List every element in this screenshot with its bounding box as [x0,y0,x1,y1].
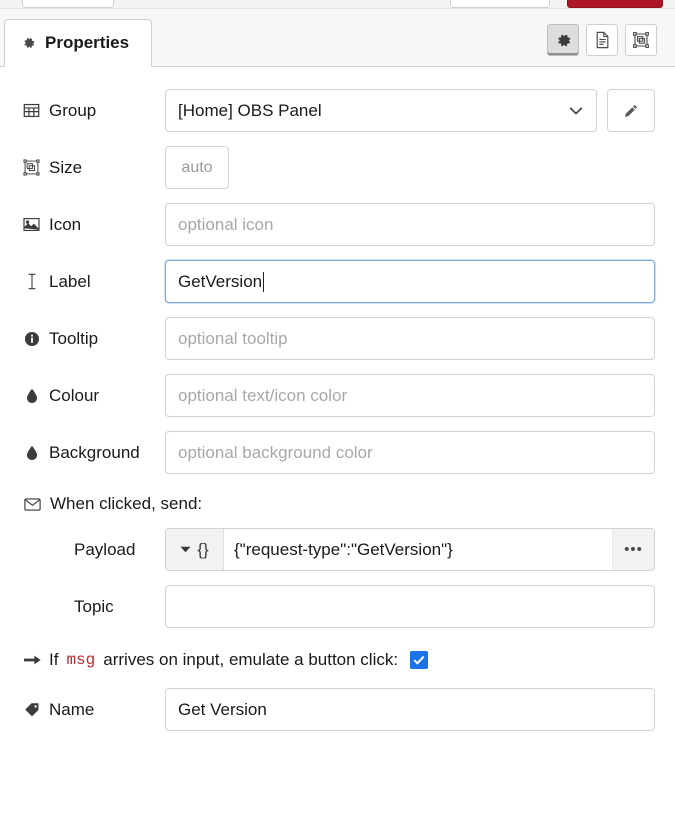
tooltip-input[interactable]: optional tooltip [165,317,655,360]
payload-type-glyph: {} [197,540,208,560]
when-clicked-heading-text: When clicked, send: [50,494,202,514]
droplet-icon [22,388,41,404]
emulate-suffix: arrives on input, emulate a button click… [103,650,398,670]
background-label: Background [49,443,140,463]
group-select-wrap: [Home] OBS Panel [165,89,597,132]
tool-button-appearance-layout[interactable] [625,24,657,56]
row-topic: Topic [22,585,655,628]
colour-input[interactable]: optional text/icon color [165,374,655,417]
row-label-field: Label GetVersion [22,260,655,303]
edit-group-button[interactable] [607,89,655,132]
tag-icon [22,702,41,718]
when-clicked-heading: When clicked, send: [24,494,655,514]
tooltip-label: Tooltip [49,329,98,349]
resize-icon [22,159,41,176]
row-size: Size auto [22,146,655,189]
payload-value[interactable]: {"request-type":"GetVersion"} [224,529,612,570]
label-input[interactable]: GetVersion [165,260,655,303]
size-button[interactable]: auto [165,146,229,189]
row-background: Background optional background color [22,431,655,474]
info-icon [22,331,41,347]
row-group: Group [Home] OBS Panel [22,89,655,132]
emulate-prefix: If [49,650,58,670]
tool-button-description-doc[interactable] [586,24,618,56]
size-label: Size [49,158,82,178]
background-input[interactable]: optional background color [165,431,655,474]
background-label-wrap: Background [22,443,165,463]
image-icon [22,217,41,232]
label-field-label: Label [49,272,91,292]
topic-label-wrap: Topic [22,597,165,617]
text-cursor-icon [22,273,41,290]
toolbar-button-stub-middle[interactable] [450,0,550,8]
colour-label: Colour [49,386,99,406]
size-label-wrap: Size [22,158,165,178]
topic-label: Topic [74,597,114,617]
tooltip-label-wrap: Tooltip [22,329,165,349]
tab-properties-label: Properties [45,33,129,53]
emulate-click-row: If msg arrives on input, emulate a butto… [24,650,655,670]
arrow-right-icon [24,654,41,666]
text-caret [263,272,264,292]
group-label: Group [49,101,96,121]
payload-label: Payload [74,540,135,560]
envelope-icon [24,498,41,511]
topic-input[interactable] [165,585,655,628]
droplet-icon [22,445,41,461]
table-icon [22,102,41,119]
row-name: Name Get Version [22,688,655,731]
group-label-wrap: Group [22,101,165,121]
row-colour: Colour optional text/icon color [22,374,655,417]
tool-button-properties-gear[interactable] [547,24,579,56]
toolbar-button-stub-left[interactable] [22,0,114,8]
document-icon [594,31,611,49]
emulate-click-checkbox[interactable] [410,651,428,669]
appearance-icon [632,31,650,49]
payload-type-select[interactable]: {} [166,529,224,570]
tab-properties[interactable]: Properties [4,19,152,67]
caret-down-icon [180,546,191,553]
gear-icon [21,36,36,51]
name-label-wrap: Name [22,700,165,720]
name-label: Name [49,700,94,720]
row-icon: Icon optional icon [22,203,655,246]
window-toolbar-strip [0,0,675,9]
tab-tool-buttons [547,24,657,56]
msg-token: msg [66,651,95,669]
label-input-value: GetVersion [178,272,262,292]
row-tooltip: Tooltip optional tooltip [22,317,655,360]
label-field-label-wrap: Label [22,272,165,292]
colour-label-wrap: Colour [22,386,165,406]
pencil-icon [623,103,639,119]
icon-label: Icon [49,215,81,235]
icon-label-wrap: Icon [22,215,165,235]
editor-tabbar: Properties [0,9,675,67]
deploy-button-stub[interactable] [567,0,663,8]
icon-input[interactable]: optional icon [165,203,655,246]
payload-label-wrap: Payload [22,540,165,560]
row-payload: Payload {} {"request-type":"GetVersion"}… [22,528,655,571]
gear-icon [555,32,572,49]
node-properties-form: Group [Home] OBS Panel [0,67,675,731]
payload-typed-input: {} {"request-type":"GetVersion"} ••• [165,528,655,571]
payload-expand-button[interactable]: ••• [612,529,654,570]
name-input[interactable]: Get Version [165,688,655,731]
group-select[interactable]: [Home] OBS Panel [165,89,597,132]
